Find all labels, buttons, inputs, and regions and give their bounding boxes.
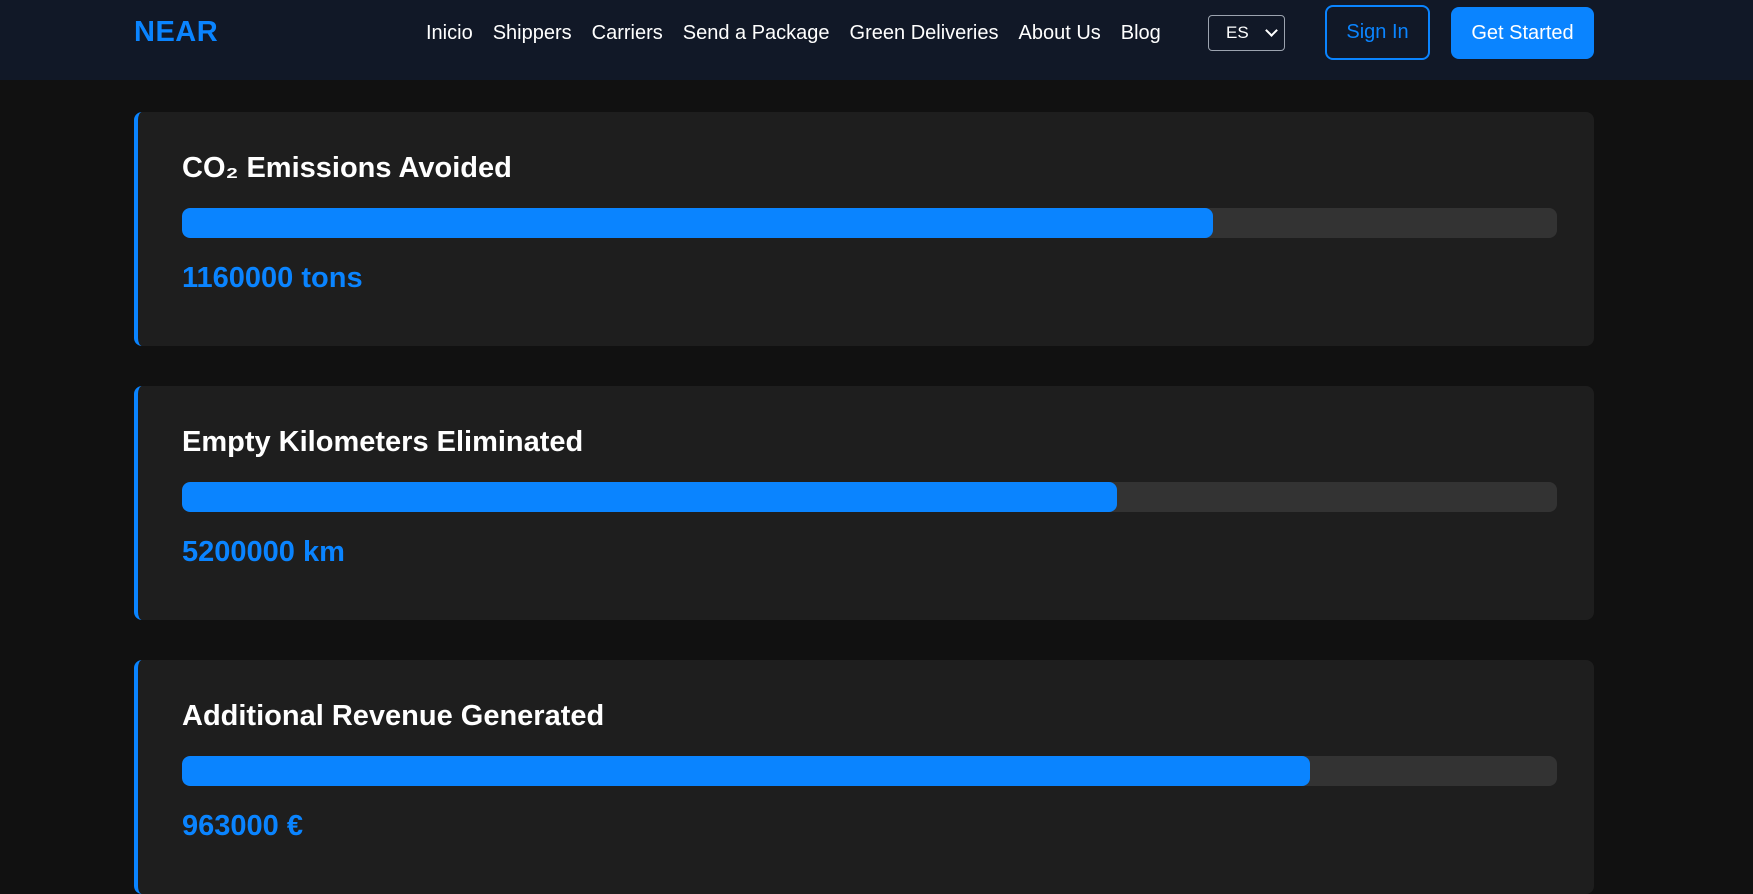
progress-fill — [182, 756, 1310, 786]
progress-track — [182, 208, 1557, 238]
progress-track — [182, 756, 1557, 786]
progress-fill — [182, 482, 1117, 512]
metric-title: Empty Kilometers Eliminated — [182, 426, 584, 458]
nav-link-about-us[interactable]: About Us — [1019, 20, 1101, 46]
metric-card-co2: CO₂ Emissions Avoided 1160000 tons — [134, 112, 1594, 346]
top-navbar: NEAR Inicio Shippers Carriers Send a Pac… — [0, 0, 1753, 80]
metric-card-revenue: Additional Revenue Generated 963000 € — [134, 660, 1594, 894]
metric-value: 5200000 km — [182, 536, 345, 568]
nav-link-send-package[interactable]: Send a Package — [683, 20, 830, 46]
nav-link-blog[interactable]: Blog — [1121, 20, 1161, 46]
progress-fill — [182, 208, 1214, 238]
nav-link-green-deliveries[interactable]: Green Deliveries — [850, 20, 999, 46]
main-nav: Inicio Shippers Carriers Send a Package … — [426, 20, 1181, 46]
metric-value: 1160000 tons — [182, 262, 363, 294]
metric-title: CO₂ Emissions Avoided — [182, 152, 512, 184]
metric-value: 963000 € — [182, 810, 303, 842]
sign-in-button[interactable]: Sign In — [1325, 5, 1430, 60]
language-select[interactable]: ES — [1208, 15, 1285, 51]
nav-link-carriers[interactable]: Carriers — [592, 20, 663, 46]
get-started-button[interactable]: Get Started — [1451, 7, 1594, 59]
nav-link-inicio[interactable]: Inicio — [426, 20, 473, 46]
chevron-down-icon — [1265, 24, 1278, 37]
nav-link-shippers[interactable]: Shippers — [493, 20, 572, 46]
language-select-value: ES — [1226, 23, 1249, 42]
progress-track — [182, 482, 1557, 512]
metric-title: Additional Revenue Generated — [182, 700, 605, 732]
brand-logo[interactable]: NEAR — [134, 16, 218, 49]
metric-card-empty-km: Empty Kilometers Eliminated 5200000 km — [134, 386, 1594, 620]
